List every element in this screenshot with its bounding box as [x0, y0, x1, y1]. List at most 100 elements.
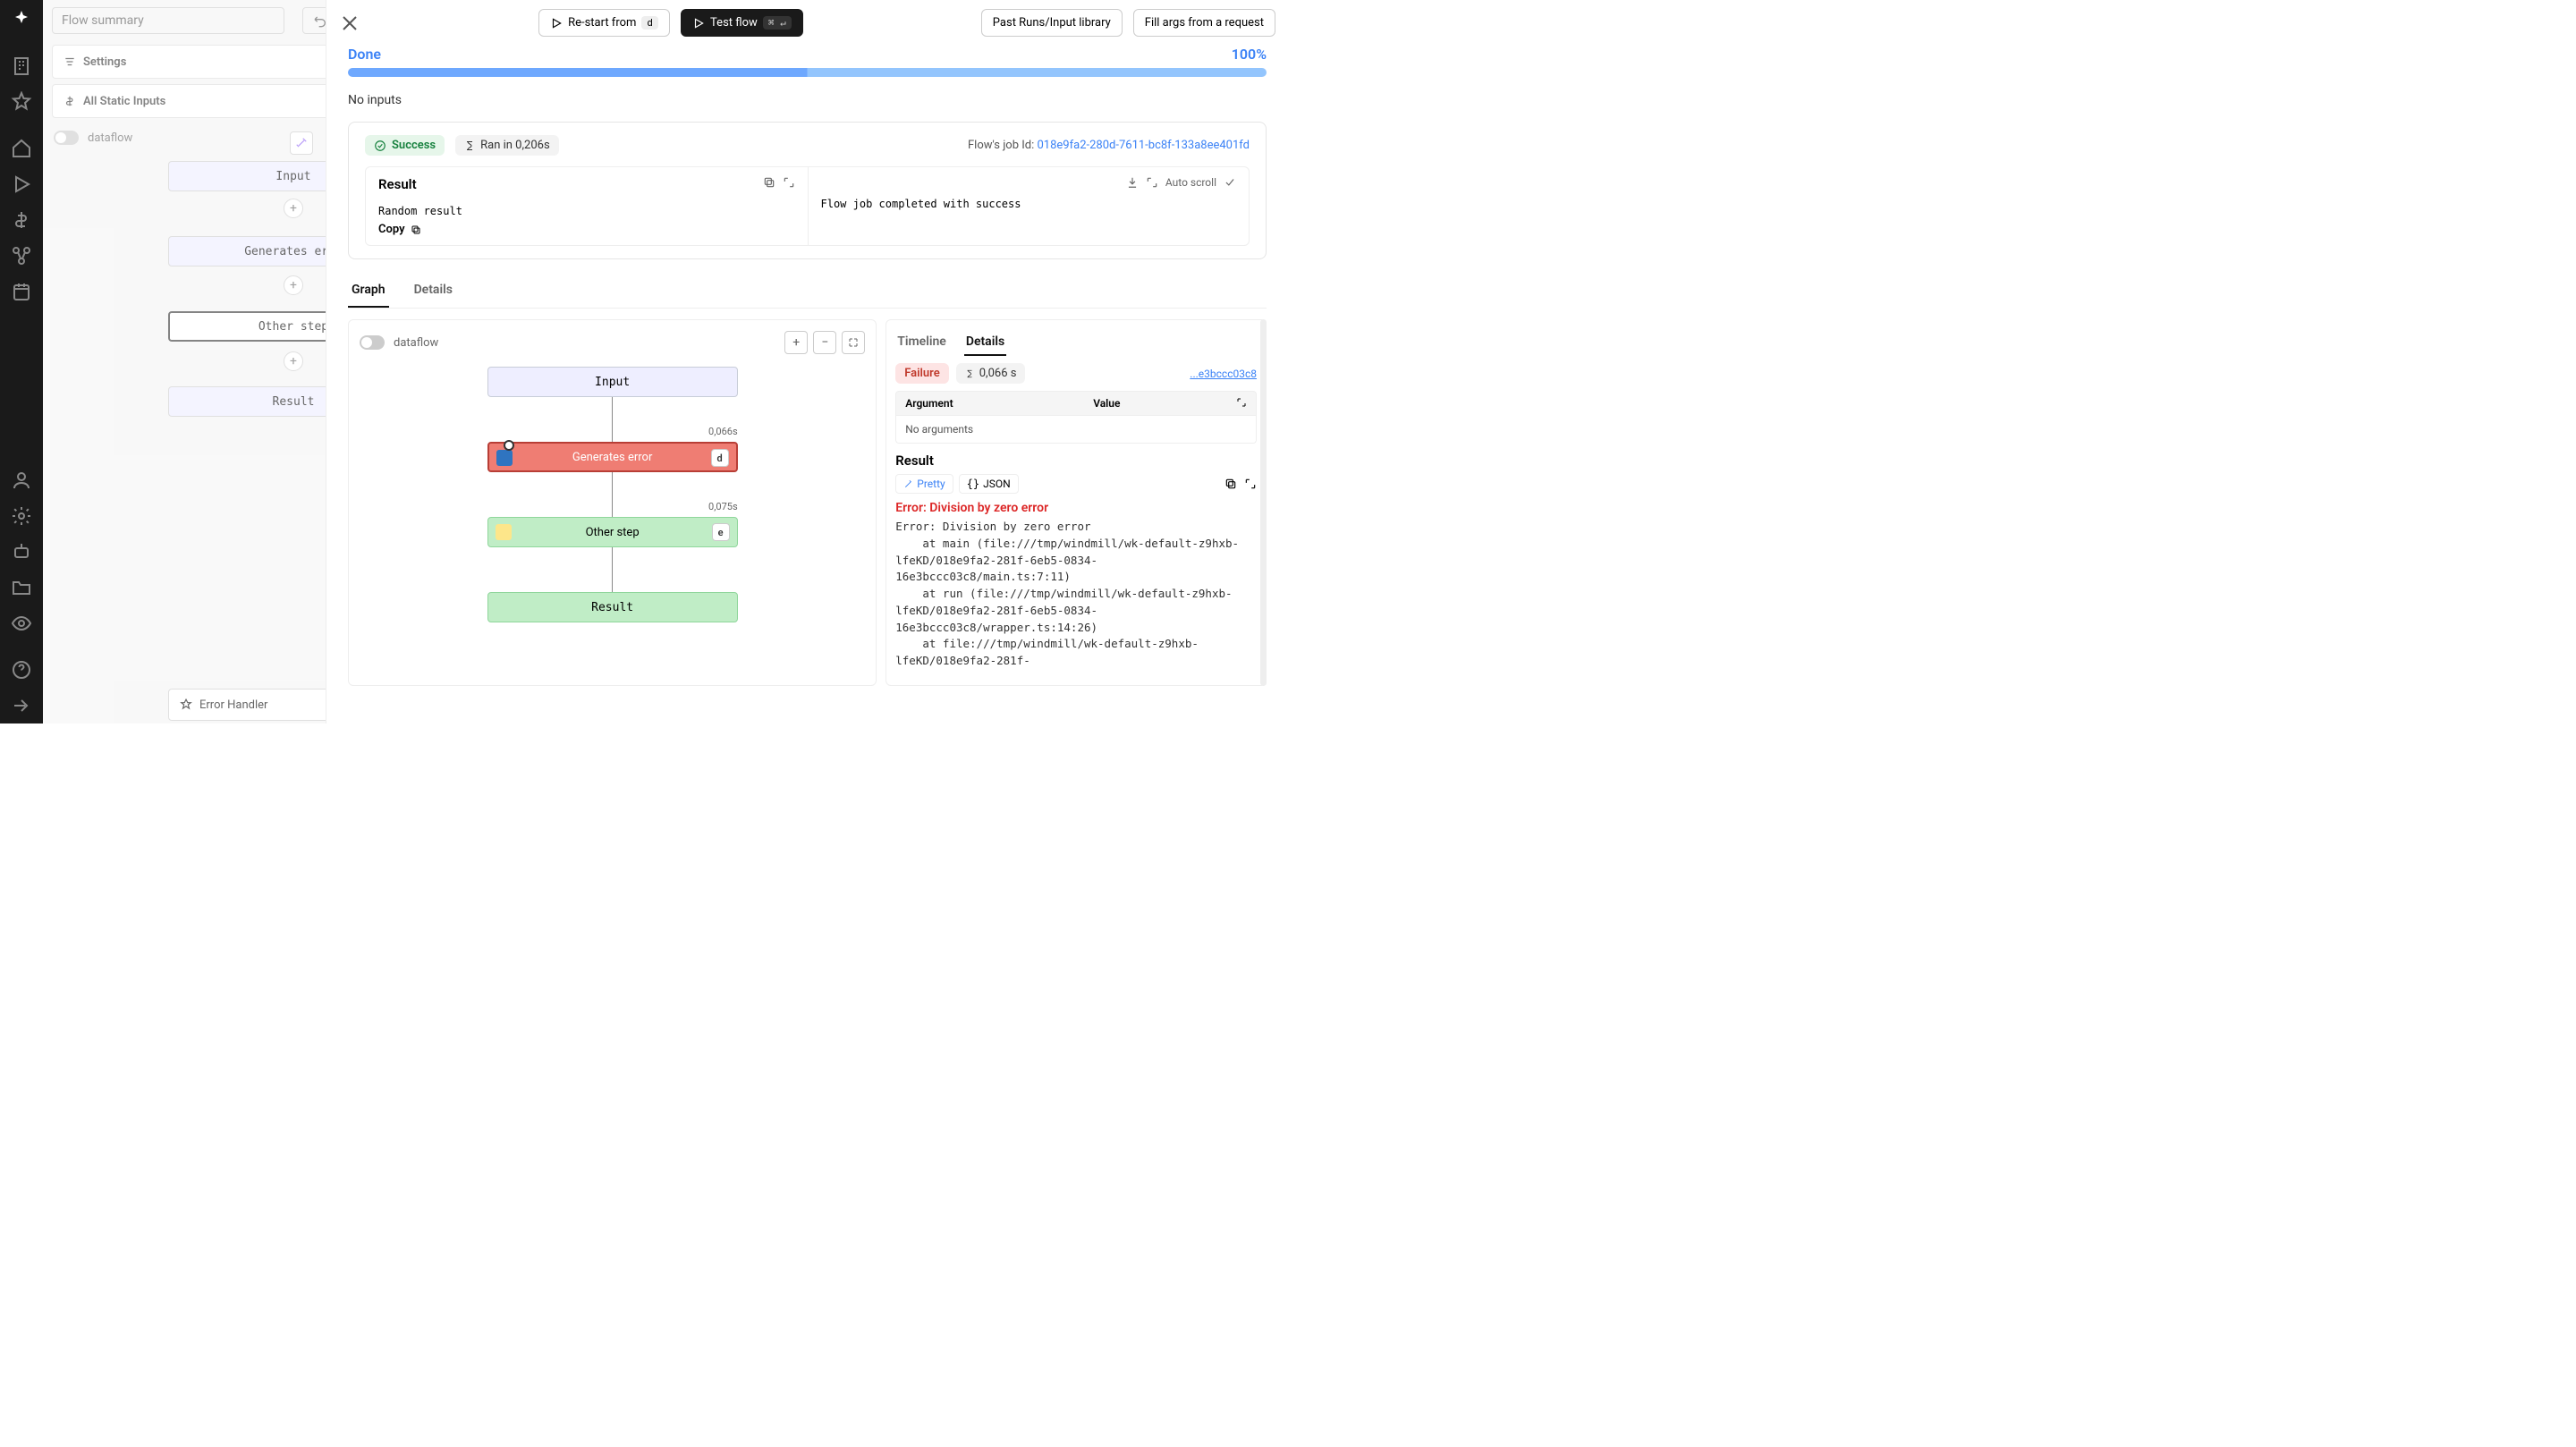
- star-icon[interactable]: [11, 91, 32, 113]
- sheet-header: Re-start from d Test flow ⌘ ↵ Past Runs/…: [326, 0, 1288, 46]
- nav-rail: [0, 0, 43, 724]
- close-button[interactable]: [339, 13, 360, 34]
- expand-result-icon[interactable]: [1244, 478, 1257, 490]
- fg-node-gen-error[interactable]: Generates error d: [487, 442, 738, 472]
- step-job-link[interactable]: ...e3bccc03c8: [1190, 368, 1257, 380]
- eye-icon[interactable]: [11, 613, 32, 634]
- stack-trace: Error: Division by zero error at main (f…: [895, 519, 1257, 670]
- copy-button[interactable]: Copy: [378, 223, 795, 236]
- folder-icon[interactable]: [11, 577, 32, 598]
- zoom-out-button[interactable]: −: [813, 331, 836, 354]
- help-icon[interactable]: [11, 659, 32, 681]
- download-icon[interactable]: [1126, 176, 1139, 189]
- static-inputs-label: All Static Inputs: [83, 95, 165, 108]
- result-col: Result Random result Copy: [366, 167, 808, 245]
- user-icon[interactable]: [11, 470, 32, 491]
- fullscreen-button[interactable]: [842, 331, 865, 354]
- settings-row[interactable]: Settings: [52, 45, 329, 79]
- fill-args-button[interactable]: Fill args from a request: [1133, 9, 1275, 37]
- bg-add-step-1[interactable]: +: [284, 199, 303, 218]
- test-kbd: ⌘ ↵: [763, 16, 792, 30]
- tab-details[interactable]: Details: [411, 274, 456, 308]
- detail-pane: Timeline Details Failure 0,066 s ...e3bc…: [886, 319, 1267, 686]
- no-inputs-label: No inputs: [348, 93, 1267, 107]
- settings-label: Settings: [83, 55, 126, 69]
- home-icon[interactable]: [11, 138, 32, 159]
- arg-col-label: Argument: [905, 397, 1093, 410]
- json-label: JSON: [983, 478, 1011, 490]
- expand-args-icon[interactable]: [1236, 397, 1247, 408]
- tab-graph[interactable]: Graph: [348, 274, 389, 308]
- static-inputs-row[interactable]: All Static Inputs: [52, 84, 329, 118]
- json-button[interactable]: {} JSON: [959, 474, 1019, 494]
- status-done: Done: [348, 46, 381, 63]
- graph-dataflow-toggle[interactable]: [360, 335, 385, 350]
- status-pct: 100%: [1232, 46, 1267, 63]
- calendar-icon[interactable]: [11, 281, 32, 302]
- step-result-heading: Result: [895, 453, 1257, 469]
- check-icon: [1224, 176, 1236, 189]
- duration-label: 0,066 s: [979, 367, 1017, 380]
- jid-link[interactable]: 018e9fa2-280d-7611-bc8f-133a8ee401fd: [1038, 139, 1250, 152]
- bot-icon[interactable]: [11, 541, 32, 563]
- dataflow-toggle[interactable]: [54, 131, 79, 145]
- card-top: Success Ran in 0,206s Flow's job Id: 018…: [365, 135, 1250, 156]
- progress-bar: [348, 68, 1267, 77]
- result-grid: Result Random result Copy Auto scroll Fl…: [365, 166, 1250, 246]
- tab-timeline[interactable]: Timeline: [895, 329, 948, 356]
- play-icon[interactable]: [11, 173, 32, 195]
- fg-other-time: 0,075s: [708, 501, 738, 512]
- retry-ring-icon: [504, 440, 514, 451]
- ranin-pill: Ran in 0,206s: [455, 135, 559, 156]
- expand-icon[interactable]: [783, 176, 795, 189]
- autoscroll-label[interactable]: Auto scroll: [1165, 176, 1216, 189]
- past-runs-button[interactable]: Past Runs/Input library: [981, 9, 1123, 37]
- dataflow-toggle-row[interactable]: dataflow: [54, 131, 132, 145]
- restart-label: Re-start from: [568, 16, 636, 30]
- success-pill: Success: [365, 135, 445, 156]
- bg-add-step-3[interactable]: +: [284, 351, 303, 371]
- dataflow-label: dataflow: [88, 131, 132, 145]
- workflow-icon[interactable]: [11, 245, 32, 267]
- building-icon[interactable]: [11, 55, 32, 77]
- no-args-row: No arguments: [895, 416, 1257, 444]
- fg-other-label: Other step: [586, 526, 640, 539]
- copy-result-icon[interactable]: [1224, 478, 1237, 490]
- arg-header: Argument Value: [895, 391, 1257, 416]
- log-col: Auto scroll Flow job completed with succ…: [808, 167, 1250, 245]
- error-handler-label: Error Handler: [199, 698, 267, 712]
- zoom-in-button[interactable]: +: [784, 331, 808, 354]
- copy-icon[interactable]: [763, 176, 775, 189]
- fg-gen-label: Generates error: [572, 451, 653, 464]
- test-flow-button[interactable]: Test flow ⌘ ↵: [681, 9, 803, 37]
- logo-icon: [11, 9, 32, 30]
- fg-node-result[interactable]: Result: [487, 592, 738, 622]
- sheet-body: No inputs Success Ran in 0,206s Flow's j…: [326, 77, 1288, 702]
- pretty-button[interactable]: Pretty: [895, 474, 953, 494]
- result-card: Success Ran in 0,206s Flow's job Id: 018…: [348, 122, 1267, 259]
- dual-pane: dataflow + − Input 0,066s: [348, 319, 1267, 686]
- result-heading: Result: [378, 176, 795, 192]
- failure-pill: Failure: [895, 363, 948, 384]
- format-row: Pretty {} JSON: [895, 474, 1257, 494]
- expand-log-icon[interactable]: [1146, 176, 1158, 189]
- status-bar: Done 100%: [326, 46, 1288, 63]
- fg-other-badge: e: [712, 523, 730, 541]
- flow-title-input[interactable]: Flow summary: [52, 7, 284, 34]
- flow-graph: Input 0,066s Generates error d 0,075s: [360, 367, 865, 622]
- dollar-icon[interactable]: [11, 209, 32, 231]
- pretty-label: Pretty: [917, 478, 945, 490]
- collapse-icon[interactable]: [11, 695, 32, 716]
- scrollbar[interactable]: [1260, 319, 1267, 686]
- jid-label: Flow's job Id:: [968, 139, 1034, 152]
- fg-node-input[interactable]: Input: [487, 367, 738, 397]
- restart-from-button[interactable]: Re-start from d: [538, 9, 670, 37]
- log-message: Flow job completed with success: [821, 198, 1237, 210]
- gear-icon[interactable]: [11, 505, 32, 527]
- fg-gen-time: 0,066s: [708, 426, 738, 437]
- magic-wand-button[interactable]: [290, 131, 313, 155]
- job-id: Flow's job Id: 018e9fa2-280d-7611-bc8f-1…: [968, 139, 1250, 152]
- bg-add-step-2[interactable]: +: [284, 275, 303, 295]
- tab-step-details[interactable]: Details: [964, 329, 1006, 356]
- fg-node-other[interactable]: Other step e: [487, 517, 738, 547]
